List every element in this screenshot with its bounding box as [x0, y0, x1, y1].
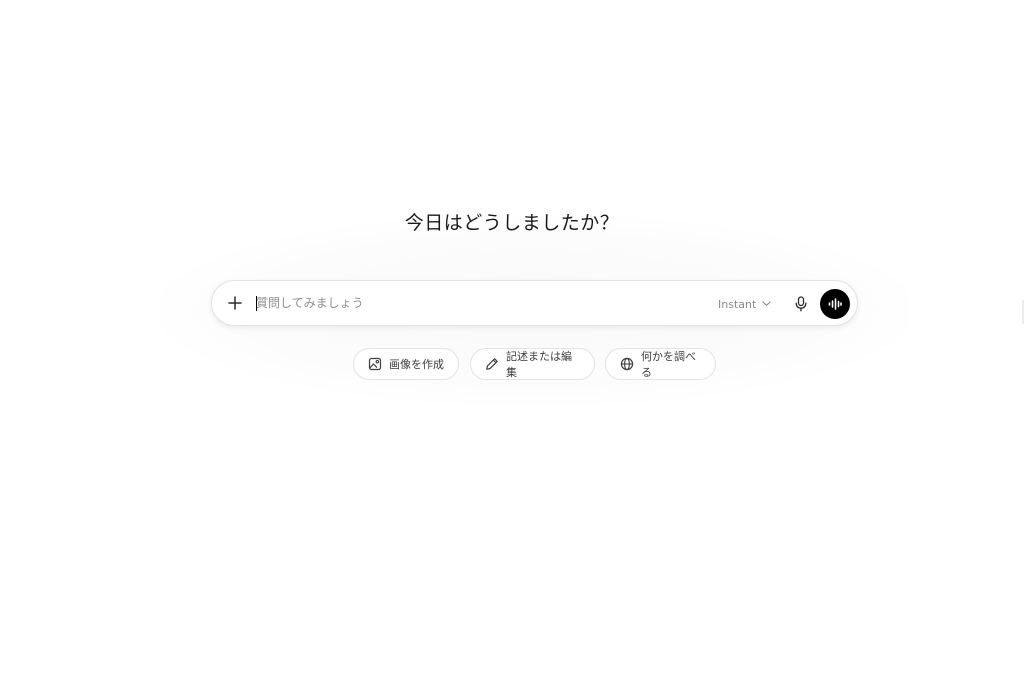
voice-waveform-icon — [828, 298, 842, 310]
prompt-input[interactable] — [256, 292, 696, 314]
microphone-icon — [795, 296, 807, 312]
chat-home-page: 今日はどうしましたか？ Instant — [0, 0, 1024, 675]
pencil-icon — [485, 357, 499, 371]
page-headline: 今日はどうしましたか？ — [404, 212, 620, 234]
text-caret — [256, 296, 257, 311]
suggestion-look-something-up[interactable]: 何かを調べる — [605, 348, 716, 380]
voice-mode-button[interactable] — [820, 289, 850, 319]
model-selector-label: Instant — [718, 297, 757, 311]
suggestion-label: 画像を作成 — [389, 358, 444, 371]
plus-icon — [228, 296, 242, 310]
dictate-button[interactable] — [790, 293, 812, 315]
chevron-down-icon — [762, 301, 771, 307]
globe-icon — [620, 357, 634, 371]
suggestion-create-image[interactable]: 画像を作成 — [353, 348, 459, 380]
suggestion-write-or-edit[interactable]: 記述または編集 — [470, 348, 595, 380]
suggestion-label: 何かを調べる — [641, 350, 696, 379]
add-attachment-button[interactable] — [224, 292, 246, 314]
model-selector[interactable]: Instant — [718, 293, 771, 315]
suggestion-label: 記述または編集 — [506, 350, 572, 379]
image-icon — [368, 357, 382, 371]
prompt-composer: Instant — [211, 280, 858, 326]
